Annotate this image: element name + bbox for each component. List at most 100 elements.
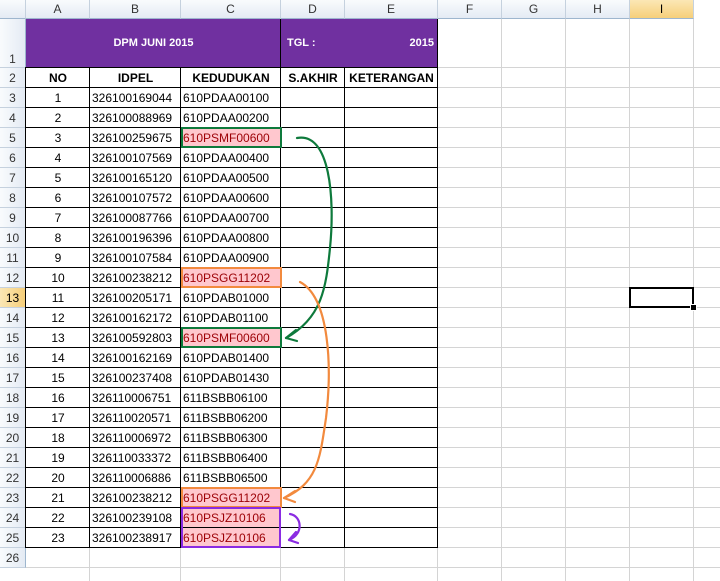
cell-no[interactable]: 3 [26,128,90,148]
cell-keterangan[interactable] [345,468,438,488]
column-header-a[interactable]: A [26,0,90,19]
cell-idpel[interactable]: 326100087766 [92,208,181,228]
cell-keterangan[interactable] [345,368,438,388]
cell-keterangan[interactable] [345,108,438,128]
cell-idpel[interactable]: 326100107584 [92,248,181,268]
cell-kedudukan[interactable]: 610PSMF00600 [181,328,280,347]
cell-keterangan[interactable] [345,408,438,428]
cell-kedudukan[interactable]: 611BSBB06500 [181,468,280,487]
cell-keterangan[interactable] [345,528,438,548]
cell-no[interactable]: 13 [26,328,90,348]
cell-keterangan[interactable] [345,248,438,268]
cell-idpel[interactable]: 326100162172 [92,308,181,328]
cell-kedudukan[interactable]: 610PDAA00800 [181,228,280,247]
header-no[interactable]: NO [26,68,90,88]
cell-idpel[interactable]: 326100107572 [92,188,181,208]
row-header-9[interactable]: 9 [0,208,26,228]
cell-no[interactable]: 9 [26,248,90,268]
cell-no[interactable]: 12 [26,308,90,328]
row-header-18[interactable]: 18 [0,388,26,408]
cell-sakhir[interactable] [281,228,345,248]
cell-idpel[interactable]: 326110006751 [92,388,181,408]
cell-idpel[interactable]: 326110006886 [92,468,181,488]
cell-no[interactable]: 17 [26,408,90,428]
row-header-25[interactable]: 25 [0,528,26,548]
cell-keterangan[interactable] [345,428,438,448]
cell-kedudukan[interactable]: 610PSMF00600 [181,128,280,147]
cell-kedudukan[interactable]: 610PDAA00400 [181,148,280,167]
cell-keterangan[interactable] [345,308,438,328]
cell-no[interactable]: 21 [26,488,90,508]
cell-no[interactable]: 2 [26,108,90,128]
cell-keterangan[interactable] [345,328,438,348]
cell-keterangan[interactable] [345,148,438,168]
row-header-7[interactable]: 7 [0,168,26,188]
row-header-4[interactable]: 4 [0,108,26,128]
cell-idpel[interactable]: 326100162169 [92,348,181,368]
cell-sakhir[interactable] [281,328,345,348]
cell-sakhir[interactable] [281,488,345,508]
cell-keterangan[interactable] [345,388,438,408]
cell-no[interactable]: 4 [26,148,90,168]
cell-idpel[interactable]: 326110006972 [92,428,181,448]
column-header-b[interactable]: B [90,0,181,19]
cell-keterangan[interactable] [345,228,438,248]
cell-kedudukan[interactable]: 611BSBB06200 [181,408,280,427]
cell-idpel[interactable]: 326100239108 [92,508,181,528]
cell-keterangan[interactable] [345,128,438,148]
select-all-corner[interactable] [0,0,26,19]
cell-idpel[interactable]: 326110033372 [92,448,181,468]
row-header-23[interactable]: 23 [0,488,26,508]
column-header-g[interactable]: G [502,0,566,19]
column-header-e[interactable]: E [345,0,438,19]
cell-kedudukan[interactable]: 610PDAA00600 [181,188,280,207]
cell-keterangan[interactable] [345,348,438,368]
row-header-6[interactable]: 6 [0,148,26,168]
header-kedudukan[interactable]: KEDUDUKAN [181,68,281,88]
cell-no[interactable]: 19 [26,448,90,468]
cell-keterangan[interactable] [345,188,438,208]
cell-idpel[interactable]: 326100238917 [92,528,181,548]
cell-kedudukan[interactable]: 610PDAA00500 [181,168,280,187]
cell-keterangan[interactable] [345,168,438,188]
cell-kedudukan[interactable]: 610PDAA00200 [181,108,280,127]
row-header-21[interactable]: 21 [0,448,26,468]
cell-kedudukan[interactable]: 610PDAB01100 [181,308,280,327]
cell-idpel[interactable]: 326100237408 [92,368,181,388]
cell-kedudukan[interactable]: 611BSBB06100 [181,388,280,407]
cell-idpel[interactable]: 326100169044 [92,88,181,108]
cell-no[interactable]: 1 [26,88,90,108]
row-header-14[interactable]: 14 [0,308,26,328]
cell-no[interactable]: 16 [26,388,90,408]
cell-sakhir[interactable] [281,388,345,408]
fill-handle[interactable] [690,304,697,311]
row-header-22[interactable]: 22 [0,468,26,488]
cell-sakhir[interactable] [281,448,345,468]
cell-sakhir[interactable] [281,348,345,368]
cell-kedudukan[interactable]: 610PSJZ10106 [181,528,280,547]
cell-kedudukan[interactable]: 610PDAB01430 [181,368,280,387]
row-header-17[interactable]: 17 [0,368,26,388]
cell-no[interactable]: 5 [26,168,90,188]
row-header-20[interactable]: 20 [0,428,26,448]
row-header-15[interactable]: 15 [0,328,26,348]
cell-keterangan[interactable] [345,448,438,468]
row-header-3[interactable]: 3 [0,88,26,108]
cell-sakhir[interactable] [281,468,345,488]
cell-sakhir[interactable] [281,188,345,208]
cell-idpel[interactable]: 326100165120 [92,168,181,188]
cell-sakhir[interactable] [281,108,345,128]
row-header-13[interactable]: 13 [0,288,26,308]
cell-keterangan[interactable] [345,488,438,508]
cell-sakhir[interactable] [281,248,345,268]
header-keterangan[interactable]: KETERANGAN [345,68,438,88]
row-header-8[interactable]: 8 [0,188,26,208]
row-header-16[interactable]: 16 [0,348,26,368]
column-header-d[interactable]: D [281,0,345,19]
cell-no[interactable]: 15 [26,368,90,388]
row-header-19[interactable]: 19 [0,408,26,428]
cell-kedudukan[interactable]: 610PSGG11202 [181,268,280,287]
cell-sakhir[interactable] [281,168,345,188]
cell-kedudukan[interactable]: 610PDAA00900 [181,248,280,267]
row-header-1[interactable]: 1 [0,19,26,68]
